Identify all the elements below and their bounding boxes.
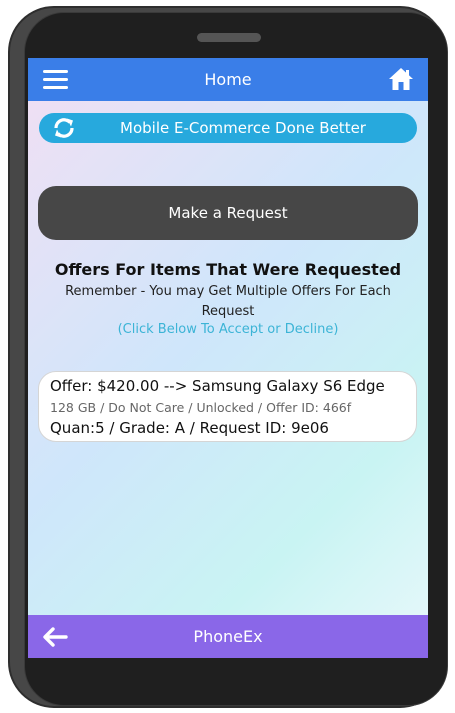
- offers-section-hint: (Click Below To Accept or Decline): [117, 322, 339, 337]
- offer-details: 128 GB / Do Not Care / Unlocked / Offer …: [50, 400, 352, 415]
- footer-title: PhoneEx: [193, 627, 263, 646]
- home-icon[interactable]: [388, 67, 414, 91]
- offers-section-subtitle: Remember - You may Get Multiple Offers F…: [65, 284, 391, 319]
- app-screen: Home Mobile E-Commerce Done Better Make …: [28, 58, 428, 658]
- make-request-button[interactable]: Make a Request: [38, 186, 418, 240]
- banner-text: Mobile E-Commerce Done Better: [120, 119, 366, 137]
- offer-title: Offer: $420.00 --> Samsung Galaxy S6 Edg…: [50, 377, 385, 395]
- offers-section-title: Offers For Items That Were Requested: [54, 260, 402, 279]
- header-title: Home: [204, 70, 252, 89]
- offer-request-info: Quan:5 / Grade: A / Request ID: 9e06: [50, 419, 329, 437]
- phone-speaker: [197, 33, 261, 42]
- app-header: Home: [28, 58, 428, 101]
- app-footer: PhoneEx: [28, 615, 428, 658]
- banner: Mobile E-Commerce Done Better: [39, 113, 417, 143]
- offer-card[interactable]: Offer: $420.00 --> Samsung Galaxy S6 Edg…: [38, 371, 417, 442]
